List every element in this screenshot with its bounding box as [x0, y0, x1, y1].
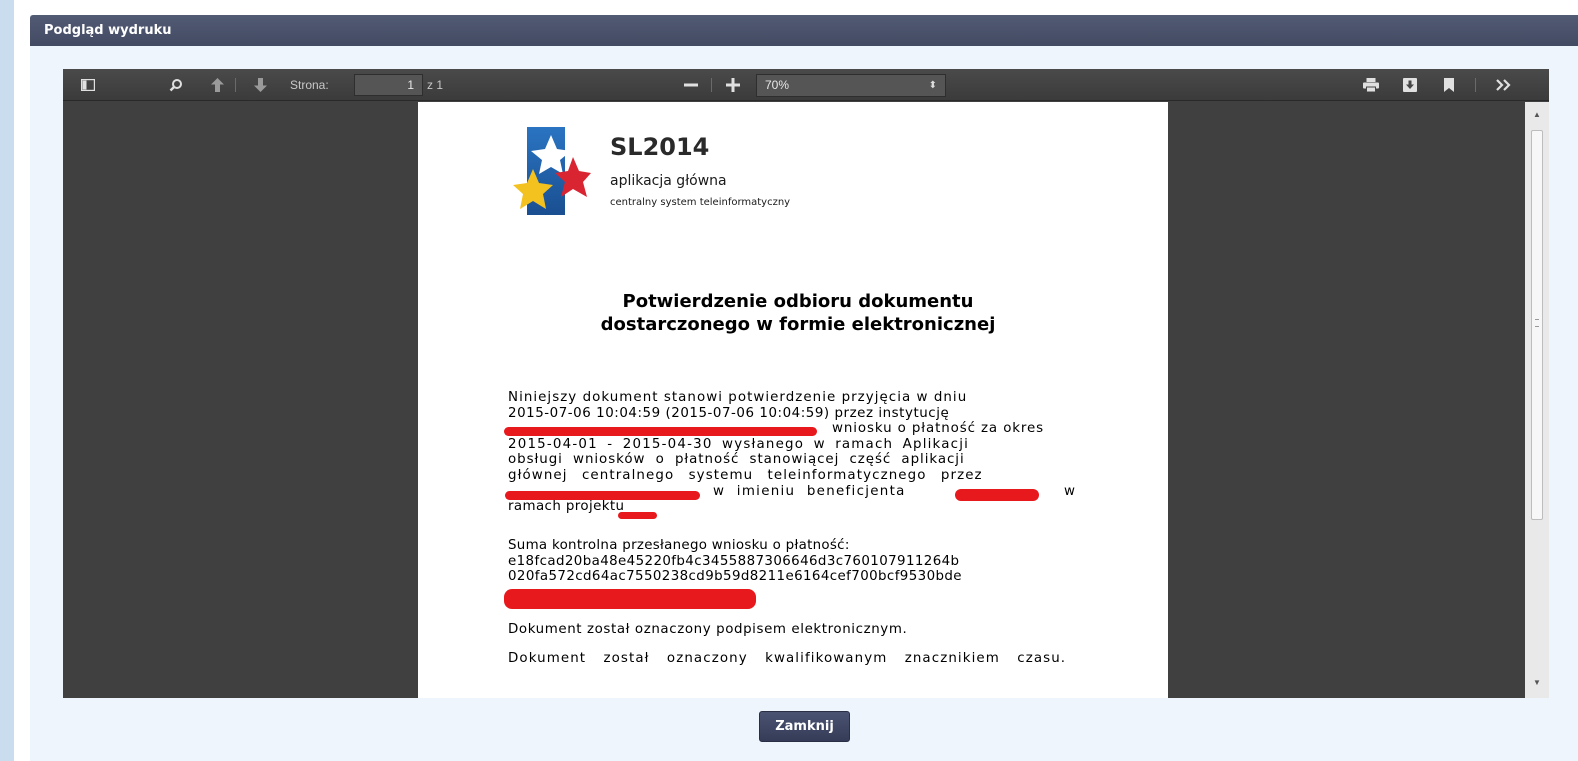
dialog-header: Podgląd wydruku — [30, 15, 1578, 46]
paragraph-line: Niniejszy dokument stanowi potwierdzenie… — [508, 390, 968, 405]
redaction-mark — [504, 427, 817, 436]
zoom-out-icon[interactable] — [678, 69, 704, 101]
pdf-viewer: Strona: 1 z 1 70% ⬍ SL2014 aplikacja głó… — [63, 69, 1549, 698]
paragraph-line: 2015-07-06 10:04:59 (2015-07-06 10:04:59… — [508, 405, 950, 421]
eu-funds-logo — [513, 127, 591, 215]
pdf-toolbar: Strona: 1 z 1 70% ⬍ — [63, 69, 1549, 101]
scrollbar-grip-icon — [1535, 319, 1539, 327]
brand-tagline: centralny system teleinformatyczny — [610, 197, 791, 208]
tools-icon[interactable] — [1489, 69, 1519, 101]
bookmark-icon[interactable] — [1438, 69, 1460, 101]
paragraph-line: ramach projektu — [508, 499, 625, 515]
paragraph-text: w — [1064, 483, 1077, 499]
scroll-down-icon[interactable]: ▼ — [1533, 678, 1541, 687]
zoom-in-icon[interactable] — [720, 69, 746, 101]
previous-page-icon[interactable] — [206, 69, 228, 101]
print-icon[interactable] — [1358, 69, 1384, 101]
signature-note: Dokument został oznaczony podpisem elekt… — [508, 622, 908, 637]
close-button[interactable]: Zamknij — [759, 711, 850, 742]
paragraph-line: głównej centralnego systemu teleinformat… — [508, 467, 983, 483]
next-page-icon[interactable] — [249, 69, 271, 101]
paragraph-line: 2015-04-01 - 2015-04-30 wysłanego w rama… — [508, 436, 970, 452]
search-icon[interactable] — [163, 69, 189, 101]
brand-name: SL2014 — [610, 133, 710, 161]
toolbar-separator — [235, 78, 236, 92]
pdf-canvas: SL2014 aplikacja główna centralny system… — [63, 102, 1525, 698]
toolbar-separator — [711, 78, 712, 92]
paragraph-line: obsługi wniosków o płatność stanowiącej … — [508, 452, 965, 468]
download-icon[interactable] — [1397, 69, 1423, 101]
page-number-input[interactable]: 1 — [354, 74, 423, 96]
dialog-title: Podgląd wydruku — [44, 23, 172, 38]
sidebar-toggle-icon[interactable] — [73, 69, 103, 101]
brand-subtitle: aplikacja główna — [610, 173, 727, 189]
redaction-mark — [504, 589, 756, 609]
checksum-line: e18fcad20ba48e45220fb4c3455887306646d3c7… — [508, 553, 960, 569]
vertical-scrollbar[interactable]: ▲ ▼ — [1525, 102, 1549, 698]
left-edge-strip — [0, 0, 14, 761]
zoom-value: 70% — [765, 78, 790, 92]
document-title-line: Potwierdzenie odbioru dokumentu — [622, 291, 974, 312]
page-count-label: z 1 — [427, 78, 444, 92]
timestamp-note: Dokument został oznaczony kwalifikowanym… — [508, 651, 1067, 666]
checksum-label: Suma kontrolna przesłanego wniosku o pła… — [508, 538, 850, 553]
checksum-block: Suma kontrolna przesłanego wniosku o pła… — [504, 538, 1078, 609]
toolbar-separator — [1475, 78, 1476, 92]
document-title: Potwierdzenie odbioru dokumentu dostarcz… — [508, 290, 1088, 336]
document-title-line: dostarczonego w formie elektronicznej — [600, 314, 996, 335]
paragraph-text: w imieniu beneficjenta — [713, 483, 906, 499]
confirmation-paragraph: Niniejszy dokument stanowi potwierdzenie… — [504, 390, 1078, 519]
paragraph-text: wniosku o płatność za okres — [832, 421, 1045, 437]
redaction-mark — [618, 512, 657, 519]
scroll-up-icon[interactable]: ▲ — [1533, 110, 1541, 119]
zoom-select[interactable]: 70% ⬍ — [756, 74, 946, 97]
redaction-mark — [505, 491, 700, 500]
scrollbar-thumb[interactable] — [1531, 130, 1543, 520]
checksum-line: 020fa572cd64ac7550238cd9b59d8211e6164cef… — [508, 569, 962, 585]
select-arrows-icon: ⬍ — [928, 80, 937, 91]
pdf-page: SL2014 aplikacja główna centralny system… — [418, 102, 1168, 698]
page-label: Strona: — [290, 78, 329, 92]
redaction-mark — [955, 489, 1039, 501]
